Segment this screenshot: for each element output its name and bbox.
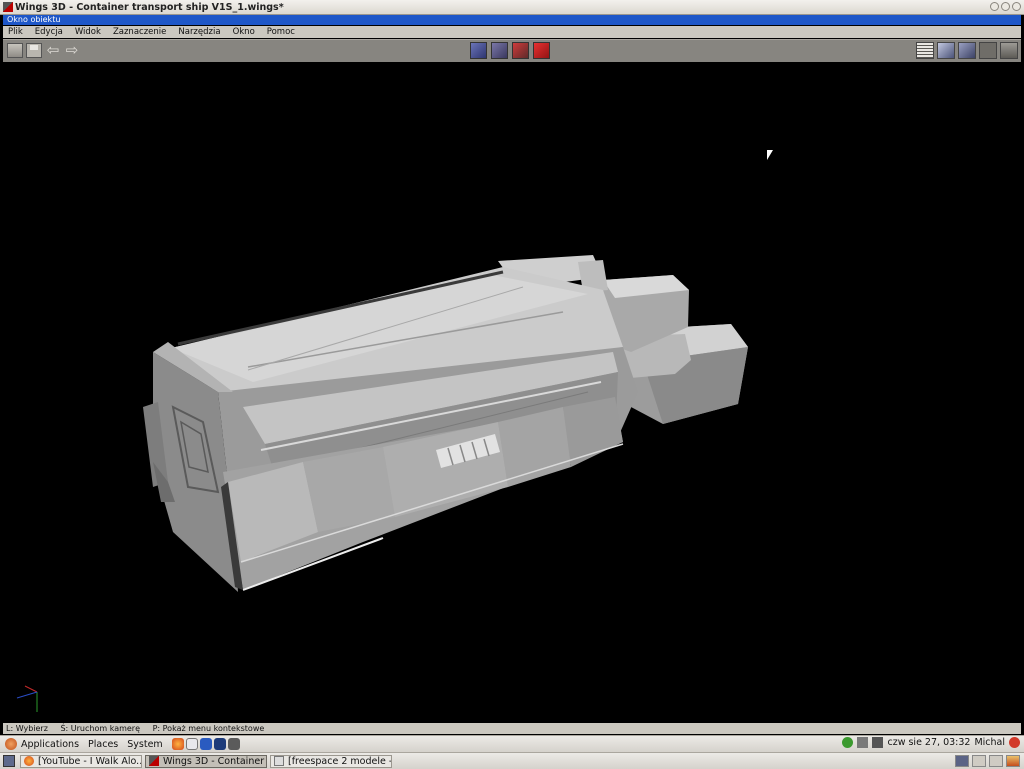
task-label: Wings 3D - Container ... bbox=[163, 755, 267, 767]
task-wings3d[interactable]: Wings 3D - Container ... bbox=[145, 754, 267, 768]
mouse-pointer-icon bbox=[767, 150, 773, 160]
toolbar: ⇦ ⇨ bbox=[3, 39, 1021, 63]
status-right-click: P: Pokaż menu kontekstowe bbox=[152, 724, 265, 733]
menu-file[interactable]: Plik bbox=[8, 27, 23, 37]
close-icon[interactable] bbox=[1012, 2, 1021, 11]
minimize-icon[interactable] bbox=[990, 2, 999, 11]
window-controls bbox=[990, 2, 1021, 11]
gnome-foot-icon[interactable] bbox=[5, 738, 17, 750]
terminal-icon[interactable] bbox=[213, 738, 226, 750]
workspace-3[interactable] bbox=[989, 755, 1003, 767]
workspace-switcher bbox=[955, 755, 1020, 767]
menu-view[interactable]: Widok bbox=[75, 27, 101, 37]
ground-grid-icon[interactable] bbox=[979, 42, 997, 59]
wireframe-cube-icon[interactable] bbox=[958, 42, 976, 59]
launchers bbox=[171, 738, 240, 750]
geometry-window-title[interactable]: Okno obiektu bbox=[3, 15, 1021, 25]
wings3d-icon bbox=[3, 2, 13, 12]
status-left-click: L: Wybierz bbox=[6, 724, 48, 733]
selection-mode-group bbox=[470, 42, 550, 59]
face-mode-icon[interactable] bbox=[512, 42, 529, 59]
power-icon[interactable] bbox=[1009, 737, 1020, 748]
clock[interactable]: czw sie 27, 03:32 bbox=[887, 737, 970, 748]
workspace-2[interactable] bbox=[972, 755, 986, 767]
applications-menu[interactable]: Applications bbox=[21, 739, 79, 750]
menu-help[interactable]: Pomoc bbox=[267, 27, 295, 37]
menu-edit[interactable]: Edycja bbox=[35, 27, 63, 37]
menu-bar: Plik Edycja Widok Zaznaczenie Narzędzia … bbox=[3, 26, 1021, 38]
body-mode-icon[interactable] bbox=[533, 42, 550, 59]
system-menu[interactable]: System bbox=[127, 739, 162, 750]
volume-icon[interactable] bbox=[872, 737, 884, 748]
ship-model bbox=[16, 255, 748, 712]
vertex-mode-icon[interactable] bbox=[470, 42, 487, 59]
task-freespace[interactable]: [freespace 2 modele -... bbox=[270, 754, 392, 768]
taskbar: [YouTube - I Walk Alo... Wings 3D - Cont… bbox=[0, 752, 1024, 769]
container-ship-mesh bbox=[143, 255, 748, 592]
network-icon[interactable] bbox=[857, 737, 869, 748]
menu-window[interactable]: Okno bbox=[233, 27, 255, 37]
window-titlebar[interactable]: Wings 3D - Container transport ship V1S_… bbox=[0, 0, 1024, 15]
mail-icon[interactable] bbox=[185, 738, 198, 750]
user-name[interactable]: Michal bbox=[974, 737, 1005, 748]
open-folder-icon[interactable] bbox=[7, 43, 23, 58]
gnome-panel: Applications Places System czw sie 27, 0… bbox=[0, 735, 1024, 752]
firefox-icon[interactable] bbox=[171, 738, 184, 750]
status-bar: L: Wybierz Ś: Uruchom kamerę P: Pokaż me… bbox=[3, 723, 1021, 734]
update-icon[interactable] bbox=[842, 737, 854, 748]
status-middle-click: Ś: Uruchom kamerę bbox=[60, 724, 141, 733]
redo-arrow-icon[interactable]: ⇨ bbox=[64, 43, 80, 58]
perspective-icon[interactable] bbox=[1000, 42, 1018, 59]
view-toolbar bbox=[916, 42, 1018, 59]
screenshot-icon[interactable] bbox=[227, 738, 240, 750]
geometry-window-label: Okno obiektu bbox=[7, 15, 61, 24]
window-title: Wings 3D - Container transport ship V1S_… bbox=[15, 1, 284, 13]
task-youtube[interactable]: [YouTube - I Walk Alo... bbox=[20, 754, 142, 768]
task-label: [YouTube - I Walk Alo... bbox=[38, 755, 142, 767]
menu-tools[interactable]: Narzędzia bbox=[178, 27, 220, 37]
save-icon[interactable] bbox=[26, 43, 42, 58]
system-tray: czw sie 27, 03:32 Michal bbox=[842, 737, 1020, 748]
axis-gizmo bbox=[16, 685, 38, 712]
file-toolbar: ⇦ ⇨ bbox=[7, 43, 80, 58]
undo-arrow-icon[interactable]: ⇦ bbox=[45, 43, 61, 58]
document-icon bbox=[274, 756, 284, 766]
help-icon[interactable] bbox=[199, 738, 212, 750]
menu-select[interactable]: Zaznaczenie bbox=[113, 27, 166, 37]
outliner-icon[interactable] bbox=[916, 42, 934, 59]
show-desktop-icon[interactable] bbox=[3, 755, 15, 767]
maximize-icon[interactable] bbox=[1001, 2, 1010, 11]
firefox-icon bbox=[24, 756, 34, 766]
wings3d-icon bbox=[149, 756, 159, 766]
smooth-preview-icon[interactable] bbox=[937, 42, 955, 59]
places-menu[interactable]: Places bbox=[88, 739, 118, 750]
task-label: [freespace 2 modele -... bbox=[288, 755, 392, 767]
workspace-1[interactable] bbox=[955, 755, 969, 767]
3d-viewport[interactable] bbox=[3, 62, 1021, 722]
trash-icon[interactable] bbox=[1006, 755, 1020, 767]
edge-mode-icon[interactable] bbox=[491, 42, 508, 59]
